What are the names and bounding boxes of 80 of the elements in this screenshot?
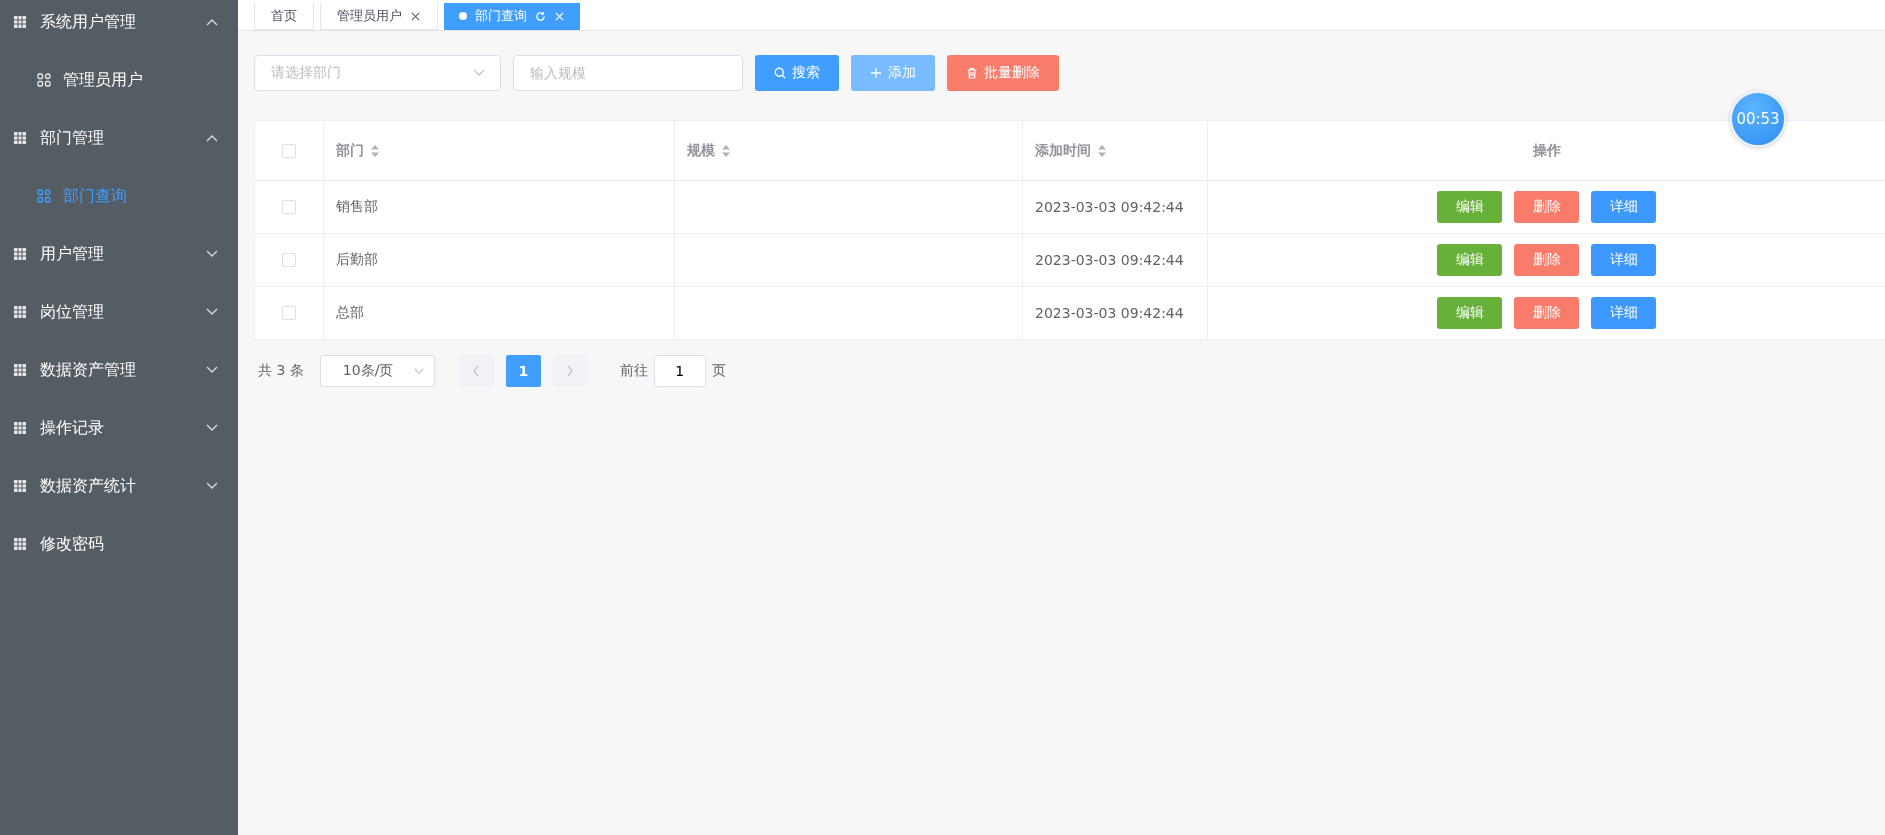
close-icon[interactable] bbox=[410, 10, 421, 22]
chevron-icon bbox=[206, 250, 218, 258]
grid-icon bbox=[14, 538, 26, 550]
submenu-item[interactable]: 部门查询 bbox=[0, 167, 238, 225]
next-page-button[interactable] bbox=[552, 355, 588, 387]
chevron-right-icon bbox=[566, 365, 575, 377]
grid-icon bbox=[14, 132, 26, 144]
submenu-item[interactable]: 管理员用户 bbox=[0, 51, 238, 109]
apps-icon bbox=[37, 189, 51, 203]
grid-icon bbox=[14, 306, 26, 318]
detail-button[interactable]: 详细 bbox=[1591, 191, 1656, 223]
grid-icon bbox=[14, 248, 26, 260]
column-header: 部门 bbox=[336, 141, 364, 160]
menu-item[interactable]: 数据资产统计 bbox=[0, 457, 238, 515]
dot-icon bbox=[459, 12, 467, 20]
menu-item[interactable]: 修改密码 bbox=[0, 515, 238, 573]
grid-icon bbox=[14, 480, 26, 492]
chevron-icon bbox=[473, 69, 485, 77]
grid-icon bbox=[14, 422, 26, 434]
plus-icon bbox=[870, 67, 882, 79]
refresh-icon[interactable] bbox=[535, 10, 546, 22]
menu-item[interactable]: 用户管理 bbox=[0, 225, 238, 283]
department-select[interactable]: 请选择部门 bbox=[254, 55, 501, 91]
delete-button[interactable]: 删除 bbox=[1514, 297, 1579, 329]
checkbox[interactable] bbox=[282, 306, 296, 320]
menu-item[interactable]: 岗位管理 bbox=[0, 283, 238, 341]
page-suffix: 页 bbox=[711, 362, 726, 380]
checkbox[interactable] bbox=[282, 200, 296, 214]
chevron-icon bbox=[413, 367, 424, 375]
chevron-icon bbox=[206, 308, 218, 316]
menu-item[interactable]: 部门管理 bbox=[0, 109, 238, 167]
chevron-icon bbox=[206, 482, 218, 490]
prev-page-button[interactable] bbox=[458, 355, 494, 387]
column-header: 添加时间 bbox=[1035, 141, 1091, 160]
table-cell: 后勤部 bbox=[336, 251, 378, 269]
add-button[interactable]: 添加 bbox=[851, 55, 935, 91]
detail-button[interactable]: 详细 bbox=[1591, 244, 1656, 276]
sort-icon[interactable] bbox=[721, 144, 731, 157]
tab[interactable]: 首页 bbox=[254, 3, 314, 30]
table-cell: 销售部 bbox=[336, 198, 378, 216]
chevron-icon bbox=[206, 134, 218, 142]
table-cell: 2023-03-03 09:42:44 bbox=[1035, 305, 1184, 321]
chevron-icon bbox=[206, 366, 218, 374]
delete-button[interactable]: 删除 bbox=[1514, 191, 1579, 223]
column-header: 规模 bbox=[687, 141, 715, 160]
total-count: 共 3 条 bbox=[258, 362, 304, 380]
detail-button[interactable]: 详细 bbox=[1591, 297, 1656, 329]
grid-icon bbox=[14, 16, 26, 28]
search-icon bbox=[774, 67, 786, 79]
tab[interactable]: 部门查询 bbox=[444, 3, 580, 30]
tab[interactable]: 管理员用户 bbox=[320, 3, 438, 30]
chevron-icon bbox=[206, 18, 218, 26]
sort-icon[interactable] bbox=[1097, 144, 1107, 157]
menu-item[interactable]: 操作记录 bbox=[0, 399, 238, 457]
table-cell: 总部 bbox=[336, 304, 364, 322]
checkbox[interactable] bbox=[282, 253, 296, 267]
edit-button[interactable]: 编辑 bbox=[1437, 297, 1502, 329]
edit-button[interactable]: 编辑 bbox=[1437, 244, 1502, 276]
goto-label: 前往 bbox=[619, 362, 648, 380]
table-cell: 2023-03-03 09:42:44 bbox=[1035, 199, 1184, 215]
menu-item[interactable]: 数据资产管理 bbox=[0, 341, 238, 399]
scale-input[interactable]: 输入规模 bbox=[513, 55, 743, 91]
chevron-left-icon bbox=[472, 365, 481, 377]
delete-button[interactable]: 批量删除 bbox=[947, 55, 1059, 91]
page-input[interactable]: 1 bbox=[653, 355, 706, 387]
trash-icon bbox=[966, 67, 978, 79]
column-header: 操作 bbox=[1532, 141, 1561, 160]
checkbox[interactable] bbox=[282, 143, 296, 158]
menu-item[interactable]: 系统用户管理 bbox=[0, 0, 238, 51]
delete-button[interactable]: 删除 bbox=[1514, 244, 1579, 276]
page-button[interactable]: 1 bbox=[505, 355, 541, 387]
page-size-select[interactable]: 10条/页 bbox=[319, 355, 435, 387]
timer-badge: 00:53 bbox=[1730, 91, 1786, 147]
grid-icon bbox=[14, 364, 26, 376]
table-cell: 2023-03-03 09:42:44 bbox=[1035, 252, 1184, 268]
apps-icon bbox=[37, 73, 51, 87]
edit-button[interactable]: 编辑 bbox=[1437, 191, 1502, 223]
search-button[interactable]: 搜索 bbox=[755, 55, 839, 91]
sort-icon[interactable] bbox=[370, 144, 380, 157]
chevron-icon bbox=[206, 424, 218, 432]
